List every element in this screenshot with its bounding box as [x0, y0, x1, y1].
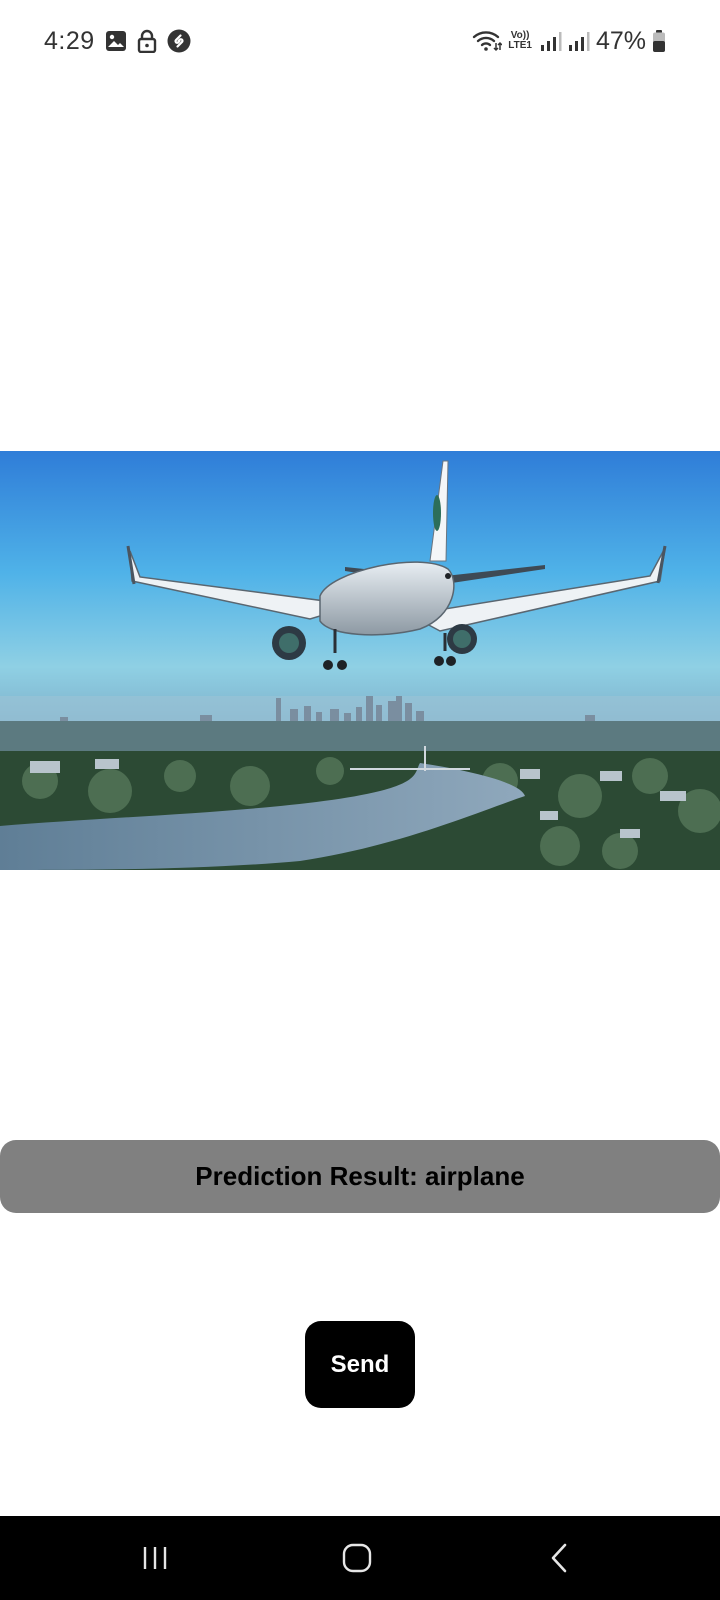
home-button[interactable]: [297, 1516, 417, 1600]
status-time: 4:29: [44, 26, 95, 55]
app-screen: 4:29 Vo)) LTE1 47% Prediction Result: ai…: [0, 0, 720, 1600]
status-left: 4:29: [44, 26, 191, 56]
back-icon: [551, 1543, 567, 1573]
battery-percent: 47%: [595, 26, 646, 55]
signal-icon: [540, 30, 562, 52]
prediction-result-bar: Prediction Result: airplane: [0, 1140, 720, 1213]
back-button[interactable]: [500, 1516, 620, 1600]
status-right: Vo)) LTE1 47%: [472, 26, 666, 56]
lock-icon: [137, 29, 157, 53]
volte-indicator: Vo)) LTE1: [508, 31, 532, 51]
signal-icon: [568, 30, 590, 52]
status-bar: 4:29 Vo)) LTE1 47%: [0, 0, 720, 82]
volte-bottom: LTE1: [508, 40, 532, 51]
shazam-icon: [167, 29, 191, 53]
airplane-photo: [0, 451, 720, 870]
wifi-icon: [472, 29, 503, 53]
navigation-bar: [0, 1516, 720, 1600]
prediction-result-text: Prediction Result: airplane: [195, 1161, 525, 1191]
send-button[interactable]: Send: [305, 1321, 415, 1408]
home-icon: [342, 1543, 372, 1573]
battery-icon: [652, 29, 666, 53]
recents-icon: [143, 1547, 167, 1569]
gallery-icon: [105, 30, 127, 52]
recents-button[interactable]: [95, 1516, 215, 1600]
